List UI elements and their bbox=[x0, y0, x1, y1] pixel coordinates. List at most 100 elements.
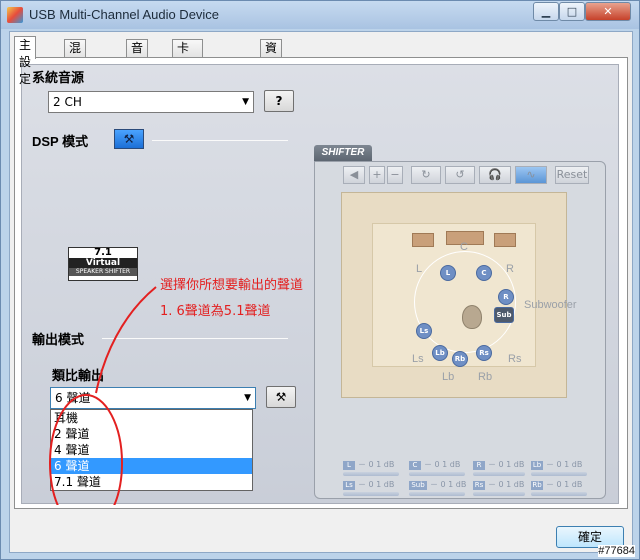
level-value-rb: － 0 1 dB bbox=[546, 480, 583, 489]
analog-settings-button[interactable]: ⚒ bbox=[266, 386, 296, 408]
rotate-left-button[interactable]: ↺ bbox=[445, 166, 475, 184]
level-slider-sub[interactable] bbox=[409, 492, 465, 496]
tab-mixer-volume[interactable]: 混音音量 bbox=[64, 39, 87, 106]
tab-info[interactable]: 資訊 bbox=[260, 39, 283, 72]
speaker-r[interactable]: R bbox=[498, 289, 514, 305]
app-window: USB Multi-Channel Audio Device ▁ □ ✕ 主設定… bbox=[0, 0, 640, 560]
analog-output-value: 6 聲道 bbox=[55, 391, 91, 405]
speaker-rb[interactable]: Rb bbox=[452, 351, 468, 367]
hammer-icon: ⚒ bbox=[123, 132, 135, 146]
level-slider-rb[interactable] bbox=[531, 492, 587, 496]
system-source-label: 系統音源 bbox=[32, 70, 85, 85]
app-icon bbox=[7, 7, 23, 23]
level-slider-r[interactable] bbox=[473, 472, 525, 476]
virtual-speaker-shifter-logo: 7.1 Virtual SPEAKER SHIFTER bbox=[68, 247, 138, 281]
analog-output-dropdown[interactable]: 耳機 2 聲道 4 聲道 6 聲道 7.1 聲道 bbox=[50, 409, 253, 491]
speaker-cabinet-right bbox=[494, 233, 516, 247]
label-rb: Rb bbox=[478, 371, 493, 383]
level-value-ls: － 0 1 dB bbox=[358, 480, 395, 489]
speaker-rs[interactable]: Rs bbox=[476, 345, 492, 361]
level-ls: Ls － 0 1 dB bbox=[343, 480, 394, 490]
zoom-out-button[interactable]: − bbox=[387, 166, 403, 184]
rotate-left-icon: ↺ bbox=[455, 168, 465, 181]
title-bar[interactable]: USB Multi-Channel Audio Device ▁ □ ✕ bbox=[1, 1, 639, 29]
watermark: #77684 bbox=[598, 545, 635, 557]
wave-icon: ∿ bbox=[526, 168, 536, 181]
wave-button[interactable]: ∿ bbox=[515, 166, 547, 184]
analog-output-select[interactable]: 6 聲道 ▼ bbox=[50, 387, 256, 409]
annotation-line-2: 1. 6聲道為5.1聲道 bbox=[160, 304, 271, 319]
option-headphones[interactable]: 耳機 bbox=[51, 410, 252, 426]
reset-button[interactable]: Reset bbox=[555, 166, 589, 184]
annotation-arrow bbox=[95, 286, 157, 394]
level-chip-rs: Rs bbox=[473, 481, 485, 490]
plus-icon: + bbox=[372, 168, 382, 181]
level-slider-lb[interactable] bbox=[531, 472, 587, 476]
analog-output-label: 類比輸出 bbox=[52, 368, 105, 383]
label-subwoofer: Subwoofer bbox=[524, 299, 577, 311]
output-separator bbox=[102, 338, 288, 339]
logo-line-2: Virtual bbox=[69, 258, 137, 268]
level-chip-c: C bbox=[409, 461, 421, 470]
listener-head bbox=[462, 305, 482, 329]
dsp-toggle-button[interactable]: ⚒ bbox=[114, 129, 144, 149]
level-value-rs: － 0 1 dB bbox=[488, 480, 525, 489]
speaker-ls[interactable]: Ls bbox=[416, 323, 432, 339]
hammer-icon: ⚒ bbox=[275, 390, 287, 404]
option-2ch[interactable]: 2 聲道 bbox=[51, 426, 252, 442]
level-value-sub: － 0 1 dB bbox=[430, 480, 467, 489]
system-source-select[interactable]: 2 CH ▼ bbox=[48, 91, 254, 113]
speaker-c[interactable]: C bbox=[476, 265, 492, 281]
chevron-down-icon: ▼ bbox=[244, 393, 251, 403]
level-l: L － 0 1 dB bbox=[343, 460, 394, 470]
level-slider-rs[interactable] bbox=[473, 492, 525, 496]
tab-main-settings[interactable]: 主設定 bbox=[14, 36, 37, 86]
dsp-separator bbox=[152, 140, 288, 141]
rotate-right-button[interactable]: ↻ bbox=[411, 166, 441, 184]
label-rs: Rs bbox=[508, 353, 522, 365]
option-7-1ch[interactable]: 7.1 聲道 bbox=[51, 474, 252, 490]
level-rs: Rs － 0 1 dB bbox=[473, 480, 524, 490]
level-chip-sub: Sub bbox=[409, 481, 427, 490]
level-sub: Sub － 0 1 dB bbox=[409, 480, 466, 490]
shifter-tab[interactable]: SHIFTER bbox=[314, 145, 372, 161]
level-chip-rb: Rb bbox=[531, 481, 543, 490]
level-value-l: － 0 1 dB bbox=[358, 460, 395, 469]
level-slider-ls[interactable] bbox=[343, 492, 399, 496]
level-value-c: － 0 1 dB bbox=[424, 460, 461, 469]
system-source-value: 2 CH bbox=[53, 95, 82, 109]
rotate-right-icon: ↻ bbox=[421, 168, 431, 181]
speaker-lb[interactable]: Lb bbox=[432, 345, 448, 361]
level-chip-r: R bbox=[473, 461, 485, 470]
label-l: L bbox=[416, 263, 423, 275]
settings-area: 系統音源 2 CH ▼ ? DSP 模式 ⚒ 7.1 Virtual SPEAK… bbox=[21, 64, 619, 505]
headphone-button[interactable]: 🎧 bbox=[479, 166, 511, 184]
level-slider-c[interactable] bbox=[409, 472, 465, 476]
speaker-room: C L R Subwoofer Ls Rs Lb Rb L C R Sub Ls… bbox=[341, 192, 577, 398]
tab-karaoke[interactable]: 卡拉OK/魔音器 bbox=[172, 39, 204, 140]
label-c: C bbox=[460, 241, 468, 253]
speaker-l[interactable]: L bbox=[440, 265, 456, 281]
headphone-icon: 🎧 bbox=[488, 168, 502, 181]
level-c: C － 0 1 dB bbox=[409, 460, 460, 470]
dsp-mode-label: DSP 模式 bbox=[32, 134, 89, 149]
level-chip-lb: Lb bbox=[531, 461, 543, 470]
option-4ch[interactable]: 4 聲道 bbox=[51, 442, 252, 458]
level-value-lb: － 0 1 dB bbox=[546, 460, 583, 469]
maximize-button[interactable]: □ bbox=[559, 2, 585, 21]
label-ls: Ls bbox=[412, 353, 424, 365]
dialog-footer: 確定 bbox=[10, 514, 632, 552]
help-button[interactable]: ? bbox=[264, 90, 294, 112]
output-mode-label: 輸出模式 bbox=[32, 332, 85, 347]
mute-button[interactable]: ◀ bbox=[343, 166, 365, 184]
tab-sound-effects[interactable]: 音效 bbox=[126, 39, 149, 72]
close-button[interactable]: ✕ bbox=[585, 2, 631, 21]
level-chip-l: L bbox=[343, 461, 355, 470]
speaker-sub[interactable]: Sub bbox=[494, 307, 514, 323]
option-6ch[interactable]: 6 聲道 bbox=[51, 458, 252, 474]
zoom-in-button[interactable]: + bbox=[369, 166, 385, 184]
minus-icon: − bbox=[390, 168, 400, 181]
level-rb: Rb － 0 1 dB bbox=[531, 480, 582, 490]
minimize-button[interactable]: ▁ bbox=[533, 2, 559, 21]
level-slider-l[interactable] bbox=[343, 472, 399, 476]
